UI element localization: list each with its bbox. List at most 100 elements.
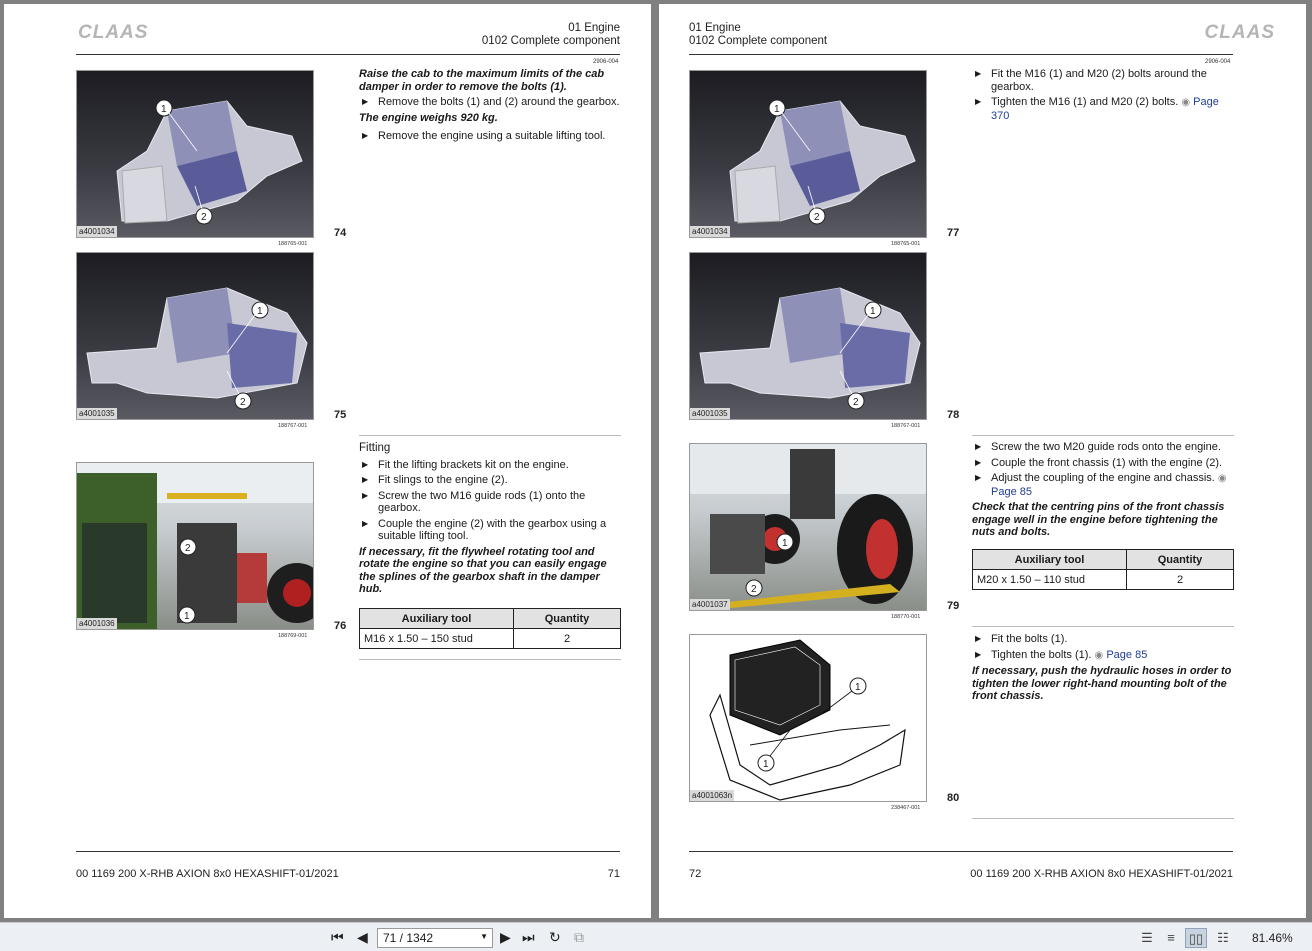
step-fit-slings: Fit slings to the engine (2). <box>359 474 621 487</box>
step-remove-bolts: Remove the bolts (1) and (2) around the … <box>359 96 621 109</box>
figure-code: 188765-001 <box>891 241 921 247</box>
fit-icon[interactable]: ⧉ <box>574 929 584 945</box>
footer-document: 00 1169 200 X-RHB AXION 8x0 HEXASHIFT-01… <box>76 868 339 880</box>
figure-engine-side: 1 2 a4001035 <box>76 252 314 420</box>
engine-illustration: 1 2 <box>116 99 303 225</box>
table-header-tool: Auxiliary tool <box>359 608 514 629</box>
two-page-view-icon[interactable]: ▯▯ <box>1185 928 1207 948</box>
step-adjust-coupling: Adjust the coupling of the engine and ch… <box>972 472 1234 498</box>
figure-code: 188770-001 <box>891 614 921 620</box>
table-cell-tool: M20 x 1.50 – 110 stud <box>972 569 1127 590</box>
step-text: Tighten the bolts (1). <box>991 648 1092 661</box>
figure-number: 78 <box>947 409 960 421</box>
footer-rule <box>76 851 620 852</box>
figure-code: 188767-001 <box>891 423 921 429</box>
engine-illustration: 1 2 <box>699 287 921 410</box>
note-engine-weight: The engine weighs 920 kg. <box>359 111 498 124</box>
svg-text:1: 1 <box>855 682 861 693</box>
last-page-icon[interactable]: ⏭ <box>522 929 535 945</box>
zoom-level[interactable]: 81.46% <box>1252 931 1293 945</box>
step-fit-brackets: Fit the lifting brackets kit on the engi… <box>359 459 621 472</box>
front-chassis-bolt-instructions: Fit the bolts (1). Tighten the bolts (1)… <box>972 633 1234 703</box>
table-cell-quantity: 2 <box>513 628 621 649</box>
svg-text:1: 1 <box>161 104 167 115</box>
header-section: 0102 Complete component <box>689 35 828 47</box>
figure-workshop-photo: 2 1 a4001036 <box>76 462 314 630</box>
footer-page-number: 72 <box>689 868 702 880</box>
right-page: CLAAS 01 Engine 0102 Complete component … <box>659 4 1306 918</box>
two-page-continuous-icon[interactable]: ☷ <box>1212 928 1234 948</box>
figure-id: a4001035 <box>77 408 117 419</box>
auxiliary-tool-table: Auxiliary tool Quantity M16 x 1.50 – 150… <box>359 608 621 649</box>
figure-number: 76 <box>334 620 347 632</box>
section-divider <box>972 626 1234 627</box>
svg-text:2: 2 <box>240 397 246 408</box>
bolt-instructions: Fit the M16 (1) and M20 (2) bolts around… <box>972 68 1234 122</box>
note-centring-pins: Check that the centring pins of the fron… <box>972 501 1225 538</box>
figure-id: a4001063n <box>690 790 735 801</box>
table-row: M20 x 1.50 – 110 stud 2 <box>972 569 1234 590</box>
header-rule <box>689 54 1233 55</box>
svg-text:1: 1 <box>257 306 263 317</box>
figure-engine-gearbox: 1 2 a4001034 <box>76 70 314 238</box>
figure-number: 75 <box>334 409 347 421</box>
section-divider <box>359 435 621 436</box>
step-fit-bolts-gearbox: Fit the M16 (1) and M20 (2) bolts around… <box>972 68 1234 93</box>
first-page-icon[interactable]: ⏮ <box>331 929 344 945</box>
chevron-down-icon[interactable]: ▼ <box>480 932 488 941</box>
note-hydraulic-hoses: If necessary, push the hydraulic hoses i… <box>972 665 1232 702</box>
heading-fitting: Fitting <box>359 442 391 454</box>
footer-page-number: 71 <box>607 868 620 880</box>
next-page-icon[interactable]: ▶ <box>500 929 511 945</box>
svg-text:1: 1 <box>774 104 780 115</box>
auxiliary-tool-table: Auxiliary tool Quantity M20 x 1.50 – 110… <box>972 549 1234 590</box>
engine-illustration: 1 2 <box>729 99 916 225</box>
single-page-view-icon[interactable]: ☰ <box>1136 928 1158 948</box>
section-divider <box>359 659 621 660</box>
step-remove-engine: Remove the engine using a suitable lifti… <box>359 130 621 143</box>
step-couple-chassis: Couple the front chassis (1) with the en… <box>972 457 1234 470</box>
svg-text:1: 1 <box>763 759 769 770</box>
previous-page-icon[interactable]: ◀ <box>357 929 368 945</box>
eye-icon: ◉ <box>1181 97 1191 108</box>
page-link[interactable]: Page 85 <box>991 486 1032 498</box>
page-header: 01 Engine 0102 Complete component <box>689 22 827 48</box>
workshop-photo: 2 1 <box>77 463 313 629</box>
figure-engine-side: 1 2 a4001035 <box>689 252 927 420</box>
figure-number: 77 <box>947 227 960 239</box>
figure-chassis-photo: 1 2 a4001037 <box>689 443 927 611</box>
figure-chassis-drawing: 1 1 a4001063n <box>689 634 927 802</box>
page-link[interactable]: Page 85 <box>1106 649 1147 661</box>
figure-id: a4001035 <box>690 408 730 419</box>
note-raise-cab: Raise the cab to the maximum limits of t… <box>359 68 605 93</box>
svg-text:2: 2 <box>853 397 859 408</box>
viewer-toolbar: ⏮ ◀ 71 / 1342 ▼ ▶ ⏭ ↻ ⧉ ☰ ≡ ▯▯ ☷ 81.46% <box>0 922 1312 951</box>
removal-instructions: Raise the cab to the maximum limits of t… <box>359 68 621 143</box>
step-fit-bolts: Fit the bolts (1). <box>972 633 1234 646</box>
rotate-icon[interactable]: ↻ <box>549 929 561 945</box>
step-couple-engine: Couple the engine (2) with the gearbox u… <box>359 518 621 543</box>
left-page: CLAAS 01 Engine 0102 Complete component … <box>4 4 651 918</box>
brand-logo: CLAAS <box>1204 22 1275 43</box>
page-number-input[interactable]: 71 / 1342 ▼ <box>377 928 493 948</box>
svg-text:1: 1 <box>870 306 876 317</box>
figure-number: 74 <box>334 227 347 239</box>
table-row: M16 x 1.50 – 150 stud 2 <box>359 628 621 649</box>
svg-text:2: 2 <box>185 543 191 554</box>
engine-illustration: 1 2 <box>86 287 308 410</box>
svg-text:2: 2 <box>201 212 207 223</box>
step-guide-rods: Screw the two M20 guide rods onto the en… <box>972 441 1234 454</box>
step-text: Adjust the coupling of the engine and ch… <box>991 472 1215 484</box>
fitting-instructions: Fitting Fit the lifting brackets kit on … <box>359 442 621 596</box>
figure-engine-gearbox: 1 2 a4001034 <box>689 70 927 238</box>
continuous-view-icon[interactable]: ≡ <box>1160 928 1182 948</box>
figure-id: a4001034 <box>690 226 730 237</box>
footer-rule <box>689 851 1233 852</box>
header-section: 0102 Complete component <box>481 35 620 47</box>
step-text: Tighten the M16 (1) and M20 (2) bolts. <box>991 96 1179 108</box>
section-code: 2906-004 <box>593 59 619 65</box>
svg-text:1: 1 <box>782 538 788 549</box>
figure-id: a4001037 <box>690 599 730 610</box>
figure-code: 188769-001 <box>278 633 308 639</box>
footer-document: 00 1169 200 X-RHB AXION 8x0 HEXASHIFT-01… <box>970 868 1233 880</box>
